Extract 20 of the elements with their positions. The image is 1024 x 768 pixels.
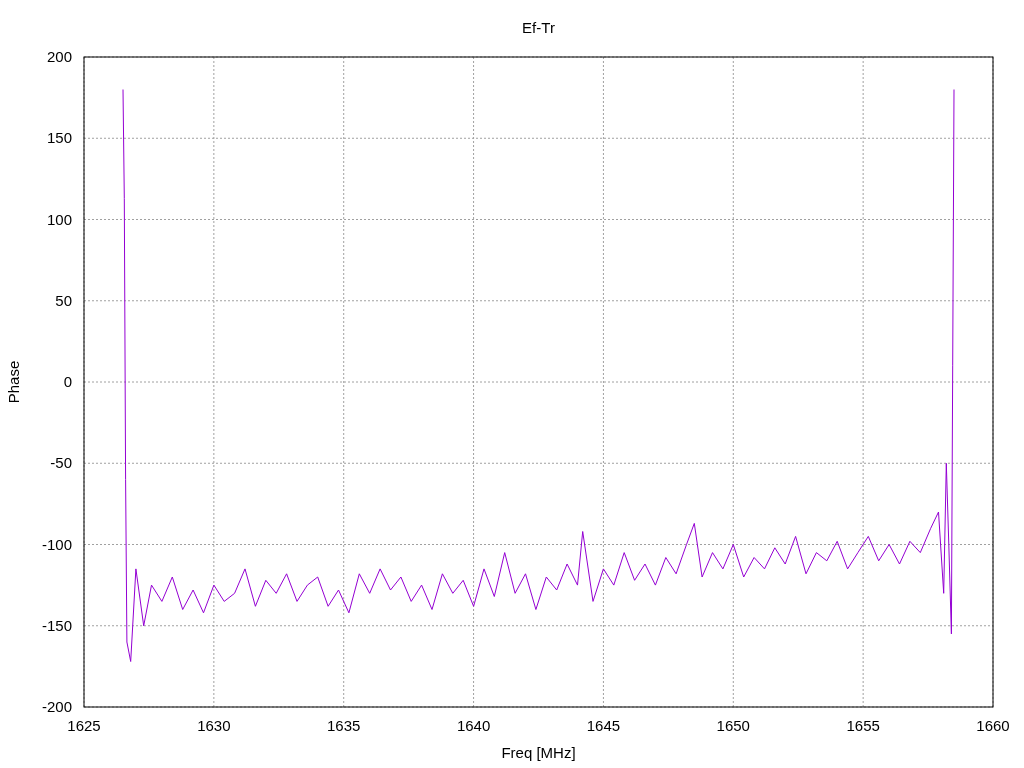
tick-label: 1625 bbox=[67, 717, 101, 734]
tick-label: -50 bbox=[50, 454, 72, 472]
tick-label: -100 bbox=[41, 535, 72, 553]
tick-label: 200 bbox=[46, 48, 72, 65]
tick-label: 1640 bbox=[456, 717, 491, 734]
tick-label: 1655 bbox=[846, 717, 880, 734]
tick-label: 1635 bbox=[327, 717, 361, 734]
tick-label: 1650 bbox=[716, 717, 750, 734]
tick-label: 1660 bbox=[976, 717, 1010, 734]
tick-label: 0 bbox=[63, 373, 72, 390]
chart-title: Ef-Tr bbox=[522, 19, 555, 36]
tick-label: 50 bbox=[55, 291, 72, 309]
tick-label: 100 bbox=[46, 210, 72, 228]
tick-label: -200 bbox=[41, 698, 72, 715]
tick-label: 1645 bbox=[586, 717, 621, 734]
tick-label: 1630 bbox=[197, 717, 231, 734]
tick-label: -150 bbox=[41, 616, 72, 634]
axis-label: Freq [MHz] bbox=[501, 744, 576, 761]
axis-label: Phase bbox=[5, 360, 22, 404]
tick-label: 150 bbox=[46, 129, 72, 147]
